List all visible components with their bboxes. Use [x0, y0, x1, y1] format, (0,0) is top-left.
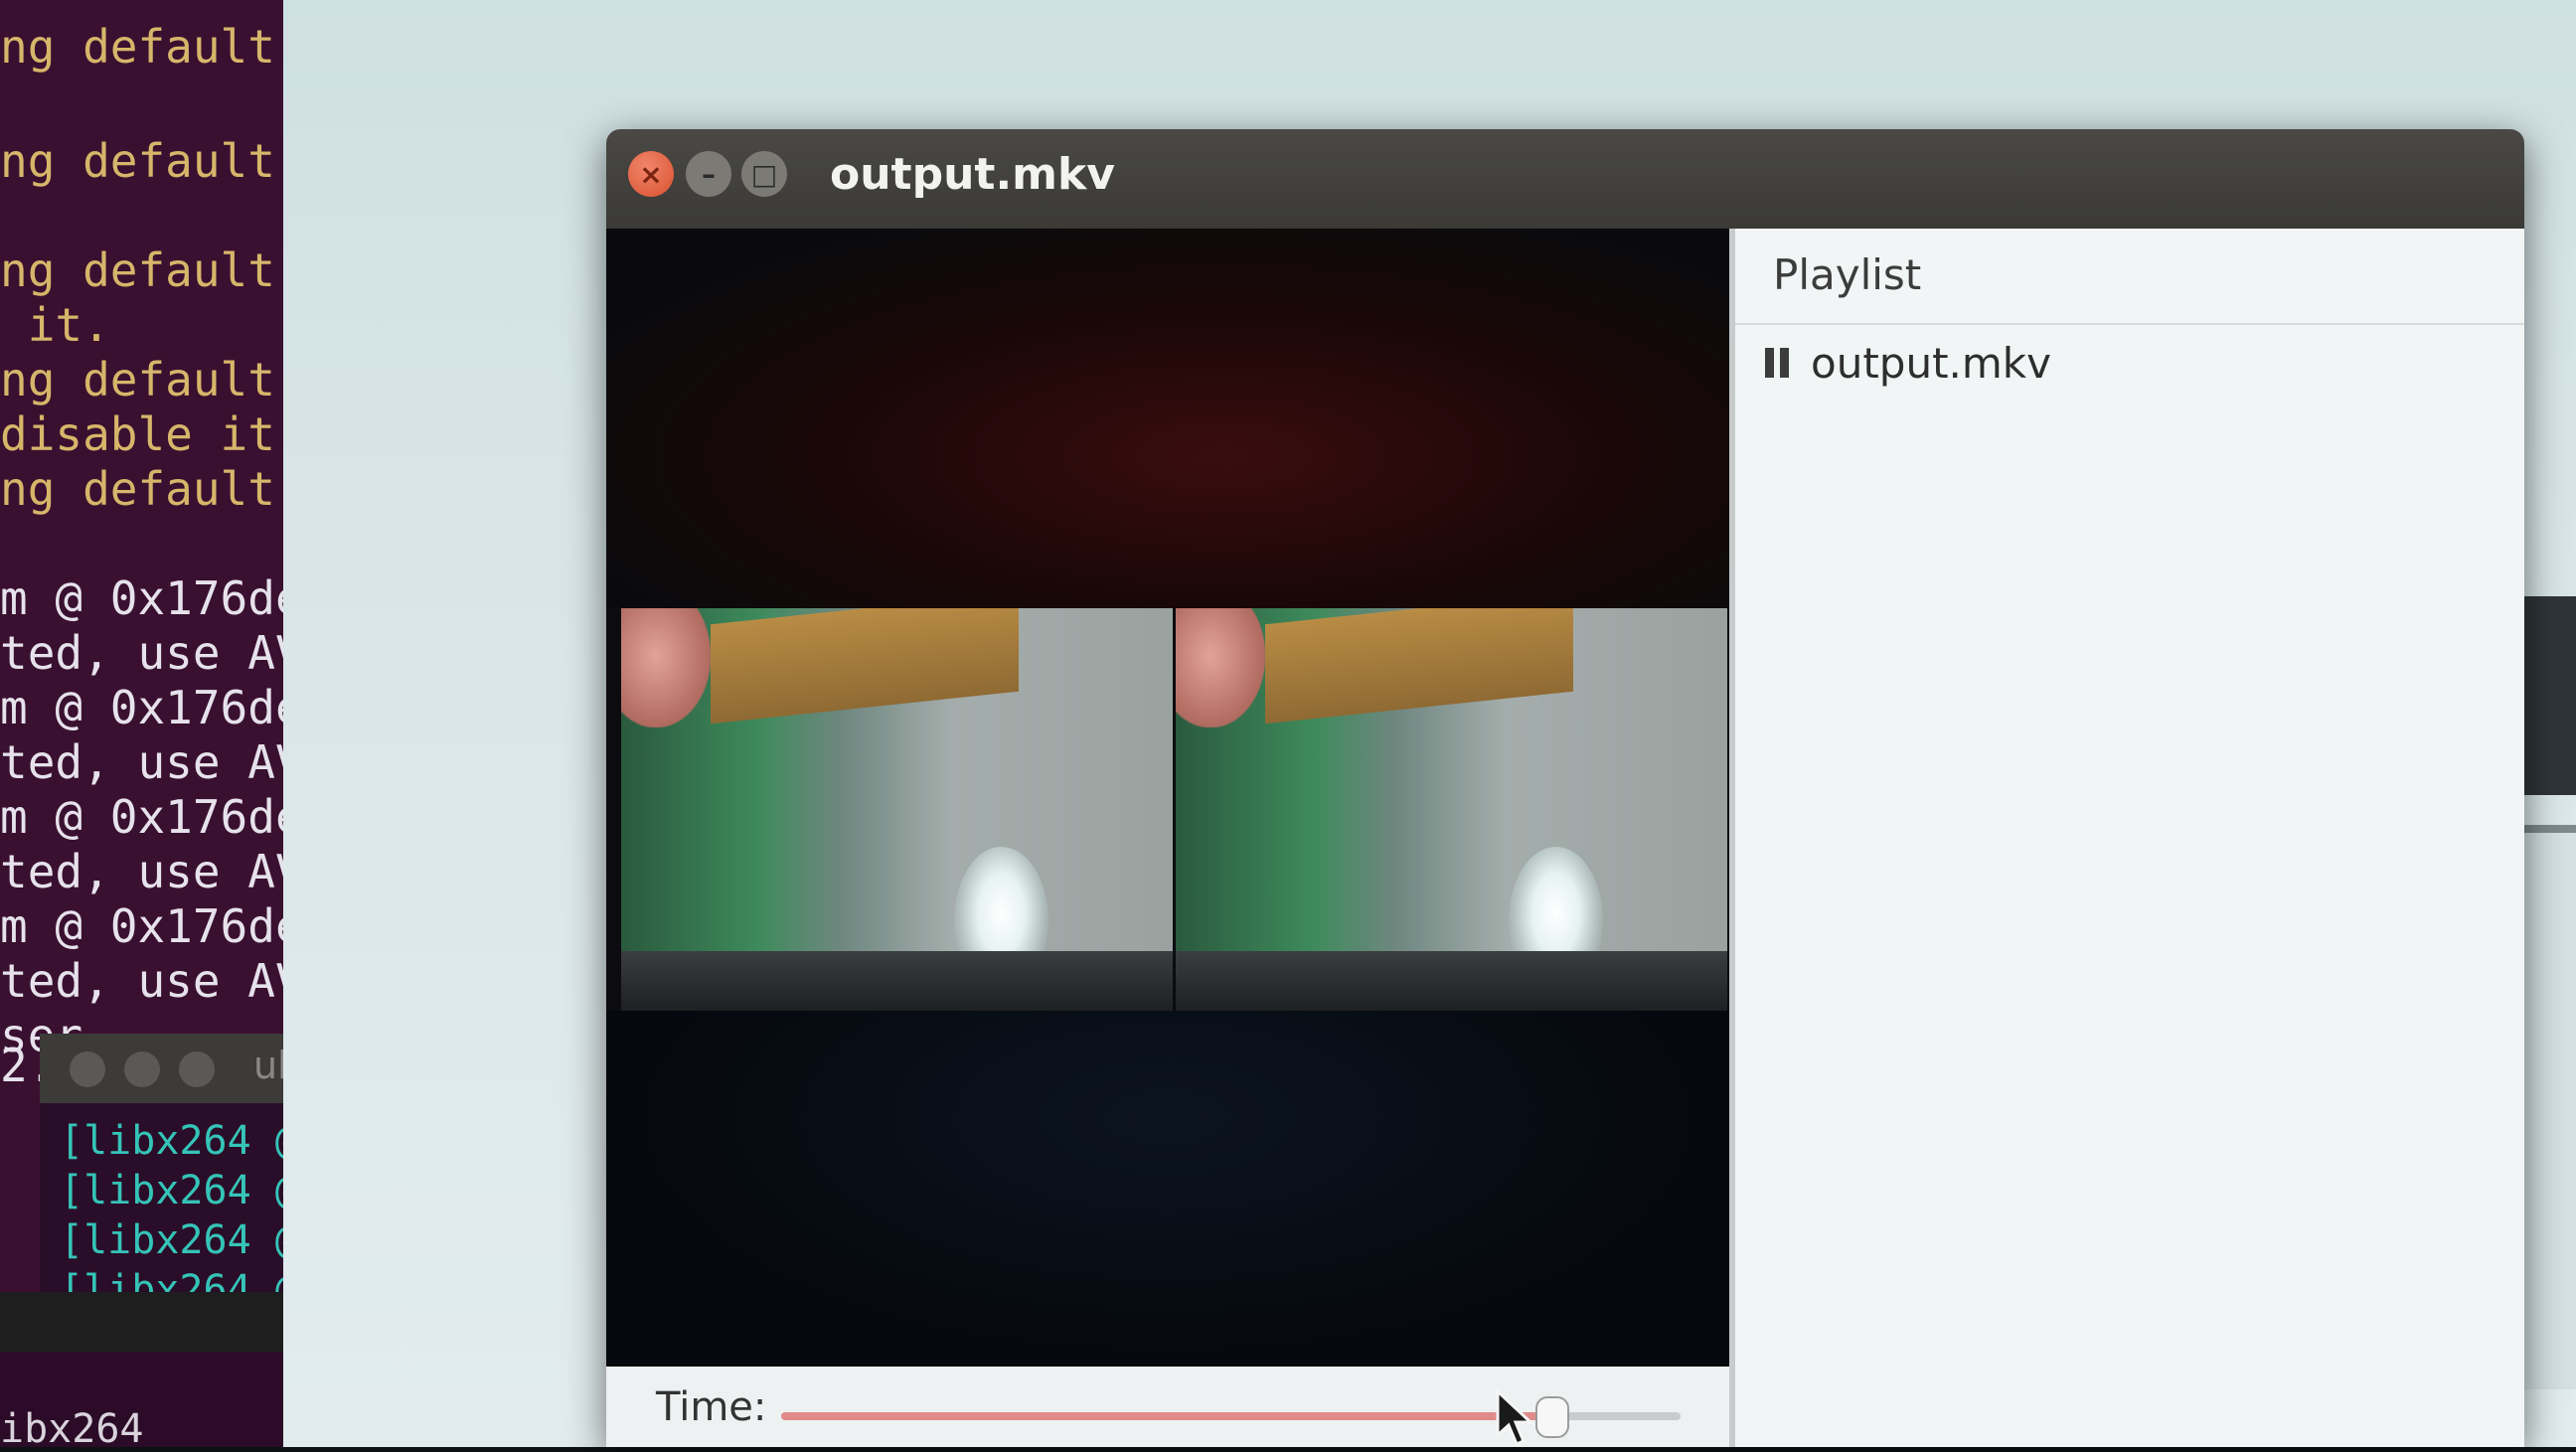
terminal-libx264-line: [libx264 @ — [60, 1118, 299, 1164]
window-title: output.mkv — [830, 149, 1115, 200]
scene-box — [711, 608, 1019, 725]
window-titlebar[interactable]: × – □ output.mkv — [606, 129, 2524, 229]
video-frame-right — [1176, 608, 1727, 1011]
terminal-line: m @ 0x176de — [0, 899, 283, 953]
close-icon[interactable]: × — [628, 151, 674, 197]
scene-box — [1265, 608, 1573, 725]
minimize-icon[interactable]: – — [686, 151, 731, 197]
time-slider[interactable] — [781, 1396, 1681, 1438]
video-dark-region-bottom — [606, 1011, 1729, 1367]
time-label: Time: — [656, 1384, 767, 1430]
playlist-item[interactable]: output.mkv — [1765, 333, 2051, 393]
terminal-line: ted, use AV — [0, 845, 283, 898]
terminal-maximize-icon[interactable] — [179, 1051, 215, 1087]
terminal-line: m @ 0x176de — [0, 681, 283, 734]
terminal-line: ted, use AV — [0, 954, 283, 1008]
playlist-panel: Playlist output.mkv — [1729, 229, 2524, 1447]
terminal-line: ted, use AV — [0, 626, 283, 680]
time-slider-fill — [781, 1412, 1550, 1420]
terminal-line: ted, use AV — [0, 735, 283, 789]
maximize-icon[interactable]: □ — [741, 151, 787, 197]
terminal-line: ng default — [0, 462, 275, 516]
video-player-window: × – □ output.mkv Playlist output.mkv Tim… — [606, 129, 2524, 1447]
scene-floor — [1176, 951, 1727, 1011]
playlist-title: Playlist — [1773, 250, 1922, 299]
scene-floor — [621, 951, 1173, 1011]
bottom-terminal-text: ibx264 — [0, 1406, 144, 1452]
terminal-line: it. — [0, 298, 110, 352]
video-display[interactable] — [606, 229, 1729, 1367]
mouse-pointer-icon — [1496, 1389, 1534, 1446]
terminal-libx264-line: [libx264 @ — [60, 1217, 299, 1263]
terminal-close-icon[interactable] — [70, 1051, 105, 1087]
terminal-line: m @ 0x176de — [0, 571, 283, 625]
terminal-line: m @ 0x176de — [0, 790, 283, 844]
terminal-line: ng default — [0, 243, 275, 297]
terminal-line: ng default — [0, 353, 275, 406]
pause-icon — [1765, 348, 1791, 378]
terminal-libx264-line: [libx264 @ — [60, 1168, 299, 1213]
terminal-minimize-icon[interactable] — [124, 1051, 160, 1087]
terminal-libx264-line: [libx264 @ — [60, 1267, 299, 1292]
video-frame-left — [621, 608, 1173, 1011]
time-slider-handle[interactable] — [1534, 1396, 1569, 1438]
video-dark-region-top — [606, 229, 1729, 608]
playlist-item-label: output.mkv — [1811, 338, 2051, 388]
time-bar: Time: — [606, 1367, 1729, 1447]
playlist-header: Playlist — [1735, 229, 2524, 325]
scene-hand — [621, 608, 711, 727]
terminal-line: disable it — [0, 407, 275, 461]
terminal-line: ng default — [0, 20, 275, 74]
terminal-line: ng default — [0, 134, 275, 188]
scene-hand — [1176, 608, 1265, 727]
